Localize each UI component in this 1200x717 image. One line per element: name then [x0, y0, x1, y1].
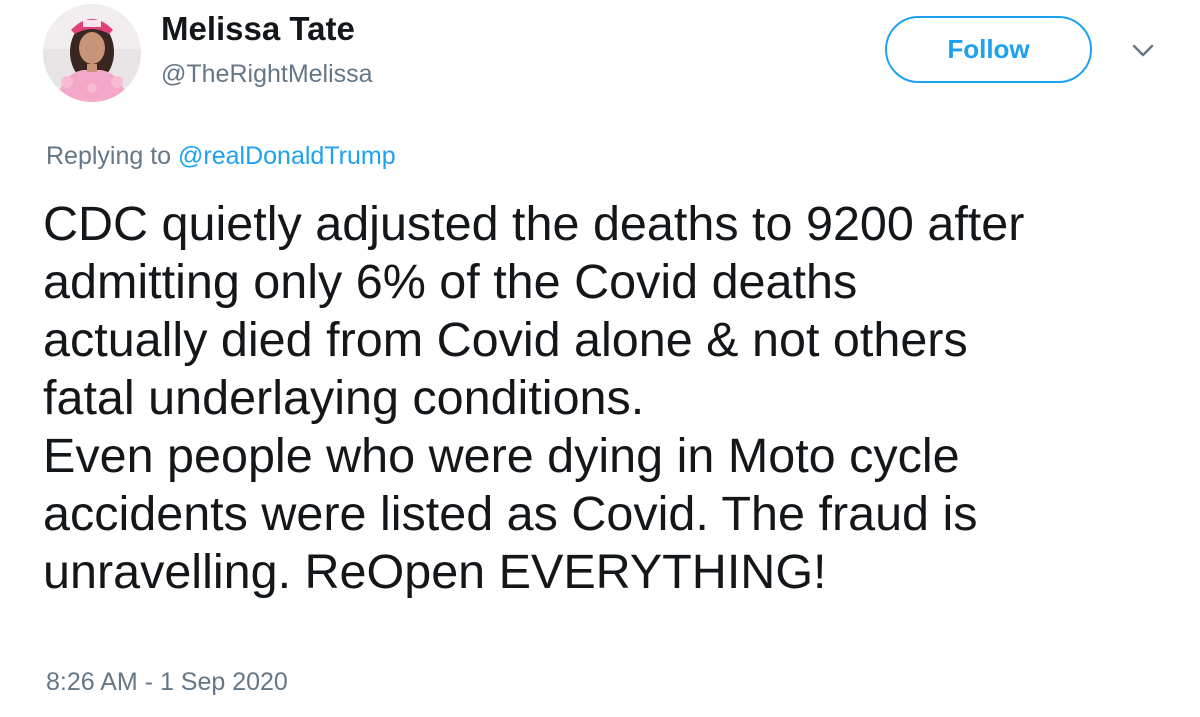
avatar[interactable]: [43, 4, 141, 102]
tweet-text-line: accidents were listed as Covid. The frau…: [43, 487, 978, 541]
tweet-timestamp[interactable]: 8:26 AM - 1 Sep 2020: [46, 668, 288, 697]
chevron-down-icon[interactable]: [1128, 39, 1158, 61]
reply-prefix: Replying to: [46, 142, 172, 170]
follow-button[interactable]: Follow: [885, 16, 1092, 83]
tweet-text-line: fatal underlaying conditions.: [43, 371, 645, 425]
tweet-text-line: Even people who were dying in Moto cycle: [43, 429, 960, 483]
tweet-text-line: admitting only 6% of the Covid deaths: [43, 255, 858, 309]
tweet-text-line: actually died from Covid alone & not oth…: [43, 313, 968, 367]
author-display-name[interactable]: Melissa Tate: [161, 10, 355, 48]
author-handle[interactable]: @TheRightMelissa: [161, 60, 373, 89]
reply-mention-link[interactable]: @realDonaldTrump: [178, 142, 396, 170]
avatar-image: [43, 4, 141, 102]
tweet-text-line: unravelling. ReOpen EVERYTHING!: [43, 545, 827, 599]
tweet-text-line: CDC quietly adjusted the deaths to 9200 …: [43, 197, 1025, 251]
tweet-text: CDC quietly adjusted the deaths to 9200 …: [43, 195, 1183, 601]
reply-context: Replying to @realDonaldTrump: [46, 142, 396, 171]
